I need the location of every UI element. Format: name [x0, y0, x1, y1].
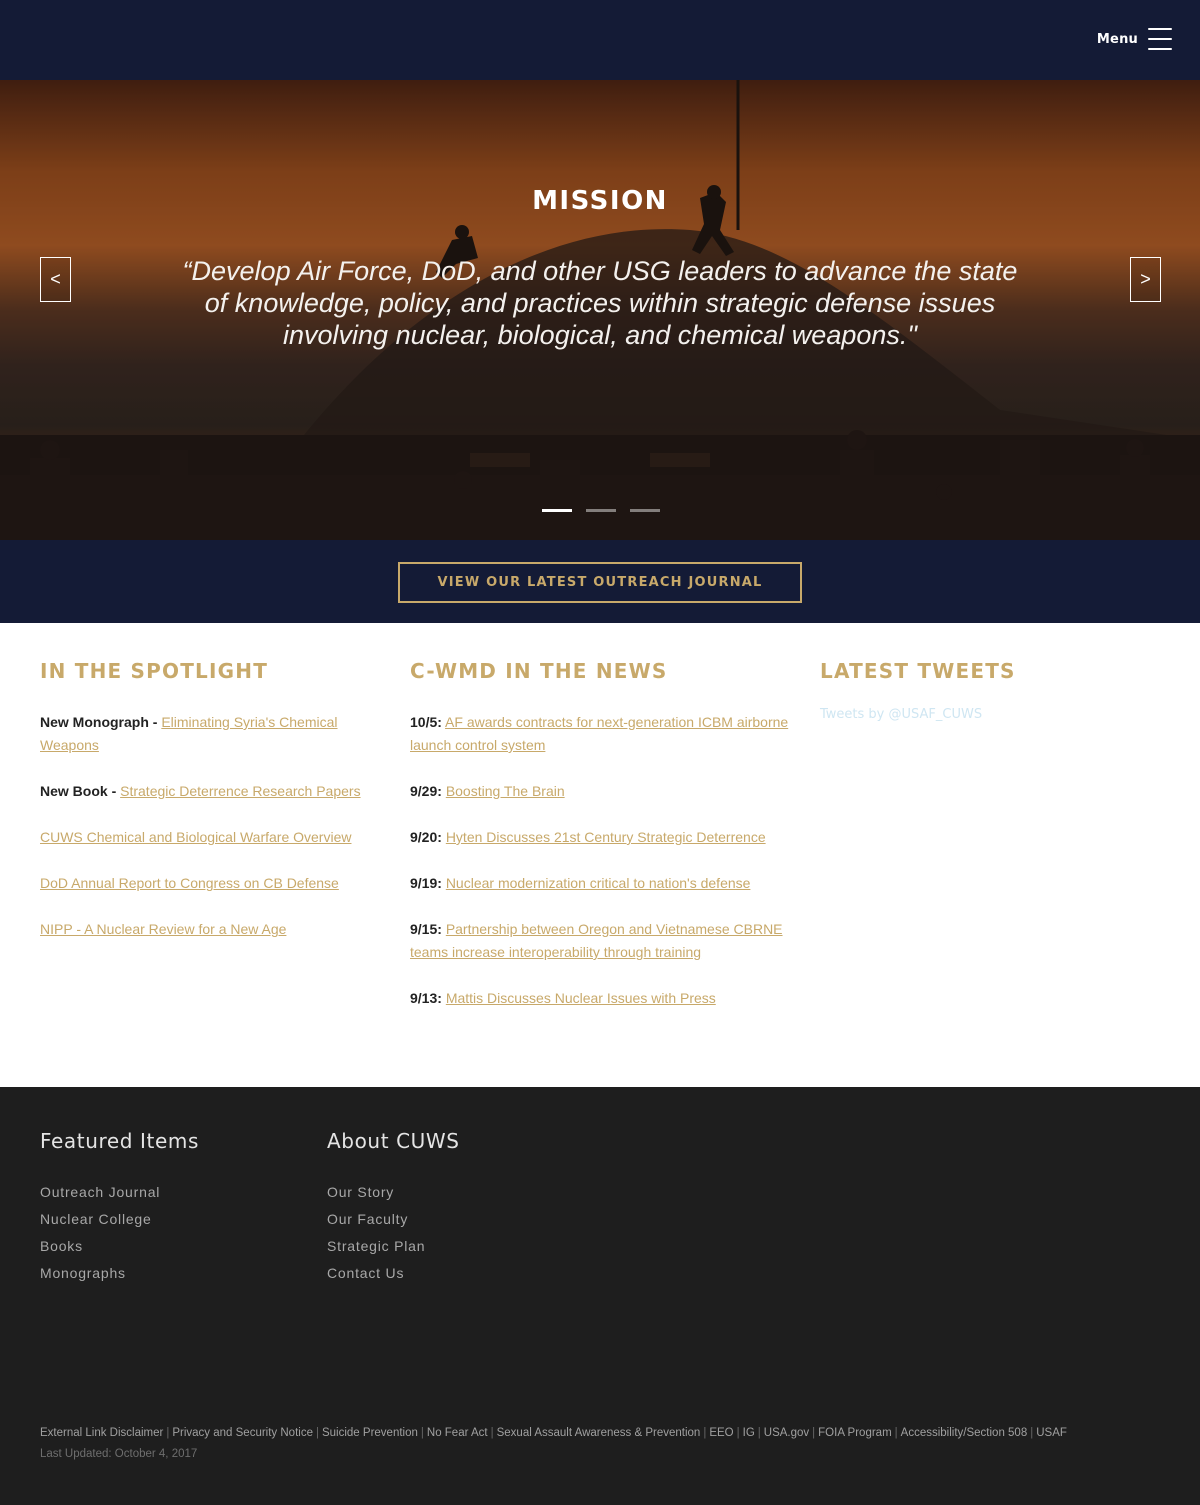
news-link[interactable]: Mattis Discusses Nuclear Issues with Pre… — [446, 990, 716, 1006]
news-link[interactable]: Hyten Discusses 21st Century Strategic D… — [446, 829, 766, 845]
spotlight-link[interactable]: CUWS Chemical and Biological Warfare Ove… — [40, 829, 351, 845]
legal-separator: | — [1030, 1427, 1034, 1439]
footer-link-outreach-journal[interactable]: Outreach Journal — [40, 1179, 199, 1206]
news-date: 10/5: — [410, 714, 442, 730]
list-item: 9/13: Mattis Discusses Nuclear Issues wi… — [410, 987, 795, 1010]
list-item: 9/20: Hyten Discusses 21st Century Strat… — [410, 826, 795, 849]
item-prefix: New Book - — [40, 783, 121, 799]
list-item: 10/5: AF awards contracts for next-gener… — [410, 711, 795, 757]
list-item: New Book - Strategic Deterrence Research… — [40, 780, 385, 803]
legal-separator: | — [703, 1427, 707, 1439]
last-updated: Last Updated: October 4, 2017 — [40, 1448, 198, 1460]
legal-link[interactable]: USA.gov — [764, 1427, 809, 1439]
spotlight-heading: IN THE SPOTLIGHT — [40, 659, 269, 683]
news-date: 9/29: — [410, 783, 442, 799]
news-date: 9/15: — [410, 921, 442, 937]
legal-link[interactable]: IG — [743, 1427, 755, 1439]
news-link[interactable]: Nuclear modernization critical to nation… — [446, 875, 751, 891]
legal-link[interactable]: USAF — [1036, 1427, 1067, 1439]
news-heading: C-WMD IN THE NEWS — [410, 659, 668, 683]
about-heading: About CUWS — [327, 1129, 460, 1153]
news-date: 9/19: — [410, 875, 442, 891]
legal-separator: | — [315, 1427, 319, 1439]
legal-link[interactable]: Privacy and Security Notice — [172, 1427, 313, 1439]
carousel-dot-1[interactable] — [542, 509, 572, 512]
carousel-dot-2[interactable] — [586, 509, 616, 512]
footer-link-books[interactable]: Books — [40, 1233, 199, 1260]
footer-link-our-faculty[interactable]: Our Faculty — [327, 1206, 460, 1233]
legal-separator: | — [490, 1427, 494, 1439]
spotlight-link[interactable]: Strategic Deterrence Research Papers — [120, 783, 360, 799]
news-date: 9/20: — [410, 829, 442, 845]
legal-separator: | — [736, 1427, 740, 1439]
featured-items-column: Featured Items Outreach Journal Nuclear … — [40, 1129, 199, 1287]
list-item: DoD Annual Report to Congress on CB Defe… — [40, 872, 385, 895]
footer-link-monographs[interactable]: Monographs — [40, 1260, 199, 1287]
hero-carousel: MISSION “Develop Air Force, DoD, and oth… — [0, 80, 1200, 540]
legal-link[interactable]: Sexual Assault Awareness & Prevention — [497, 1427, 701, 1439]
legal-separator: | — [420, 1427, 424, 1439]
carousel-next-button[interactable]: > — [1130, 257, 1161, 302]
spotlight-column: IN THE SPOTLIGHT New Monograph - Elimina… — [40, 659, 385, 964]
menu-button[interactable]: Menu — [1097, 24, 1172, 54]
legal-link[interactable]: External Link Disclaimer — [40, 1427, 163, 1439]
mission-quote: “Develop Air Force, DoD, and other USG l… — [182, 256, 1018, 350]
news-link[interactable]: Partnership between Oregon and Vietnames… — [410, 921, 783, 960]
legal-link[interactable]: Suicide Prevention — [322, 1427, 418, 1439]
footer-link-strategic-plan[interactable]: Strategic Plan — [327, 1233, 460, 1260]
legal-link[interactable]: Accessibility/Section 508 — [901, 1427, 1028, 1439]
list-item: New Monograph - Eliminating Syria's Chem… — [40, 711, 385, 757]
footer: Featured Items Outreach Journal Nuclear … — [0, 1087, 1200, 1505]
cta-band: VIEW OUR LATEST OUTREACH JOURNAL — [0, 540, 1200, 623]
hero-title: MISSION — [532, 186, 668, 216]
about-column: About CUWS Our Story Our Faculty Strateg… — [327, 1129, 460, 1287]
main-content: IN THE SPOTLIGHT New Monograph - Elimina… — [0, 623, 1200, 1087]
legal-link[interactable]: EEO — [709, 1427, 733, 1439]
footer-link-nuclear-college[interactable]: Nuclear College — [40, 1206, 199, 1233]
legal-separator: | — [894, 1427, 898, 1439]
news-link[interactable]: AF awards contracts for next-generation … — [410, 714, 788, 753]
news-link[interactable]: Boosting The Brain — [446, 783, 565, 799]
list-item: 9/29: Boosting The Brain — [410, 780, 795, 803]
legal-separator: | — [166, 1427, 170, 1439]
item-prefix: New Monograph - — [40, 714, 162, 730]
news-date: 9/13: — [410, 990, 442, 1006]
spotlight-link[interactable]: NIPP - A Nuclear Review for a New Age — [40, 921, 286, 937]
tweets-heading: LATEST TWEETS — [820, 659, 1016, 683]
legal-separator: | — [812, 1427, 816, 1439]
menu-label: Menu — [1096, 31, 1138, 47]
carousel-dot-3[interactable] — [630, 509, 660, 512]
news-column: C-WMD IN THE NEWS 10/5: AF awards contra… — [410, 659, 795, 1033]
legal-link[interactable]: FOIA Program — [818, 1427, 892, 1439]
footer-link-our-story[interactable]: Our Story — [327, 1179, 460, 1206]
carousel-indicators — [542, 509, 660, 512]
legal-separator: | — [757, 1427, 761, 1439]
top-nav-bar: Menu — [0, 0, 1200, 80]
featured-items-heading: Featured Items — [40, 1129, 199, 1153]
hamburger-icon — [1148, 24, 1172, 54]
tweets-column: LATEST TWEETS Tweets by @USAF_CUWS — [820, 659, 1160, 722]
carousel-prev-button[interactable]: < — [40, 257, 71, 302]
outreach-journal-button[interactable]: VIEW OUR LATEST OUTREACH JOURNAL — [398, 562, 802, 603]
twitter-timeline-link[interactable]: Tweets by @USAF_CUWS — [820, 707, 1160, 722]
spotlight-link[interactable]: DoD Annual Report to Congress on CB Defe… — [40, 875, 339, 891]
legal-links: External Link Disclaimer | Privacy and Sec… — [40, 1427, 1067, 1439]
footer-link-contact-us[interactable]: Contact Us — [327, 1260, 460, 1287]
list-item: 9/15: Partnership between Oregon and Vie… — [410, 918, 795, 964]
list-item: CUWS Chemical and Biological Warfare Ove… — [40, 826, 385, 849]
list-item: 9/19: Nuclear modernization critical to … — [410, 872, 795, 895]
legal-link[interactable]: No Fear Act — [427, 1427, 488, 1439]
list-item: NIPP - A Nuclear Review for a New Age — [40, 918, 385, 941]
